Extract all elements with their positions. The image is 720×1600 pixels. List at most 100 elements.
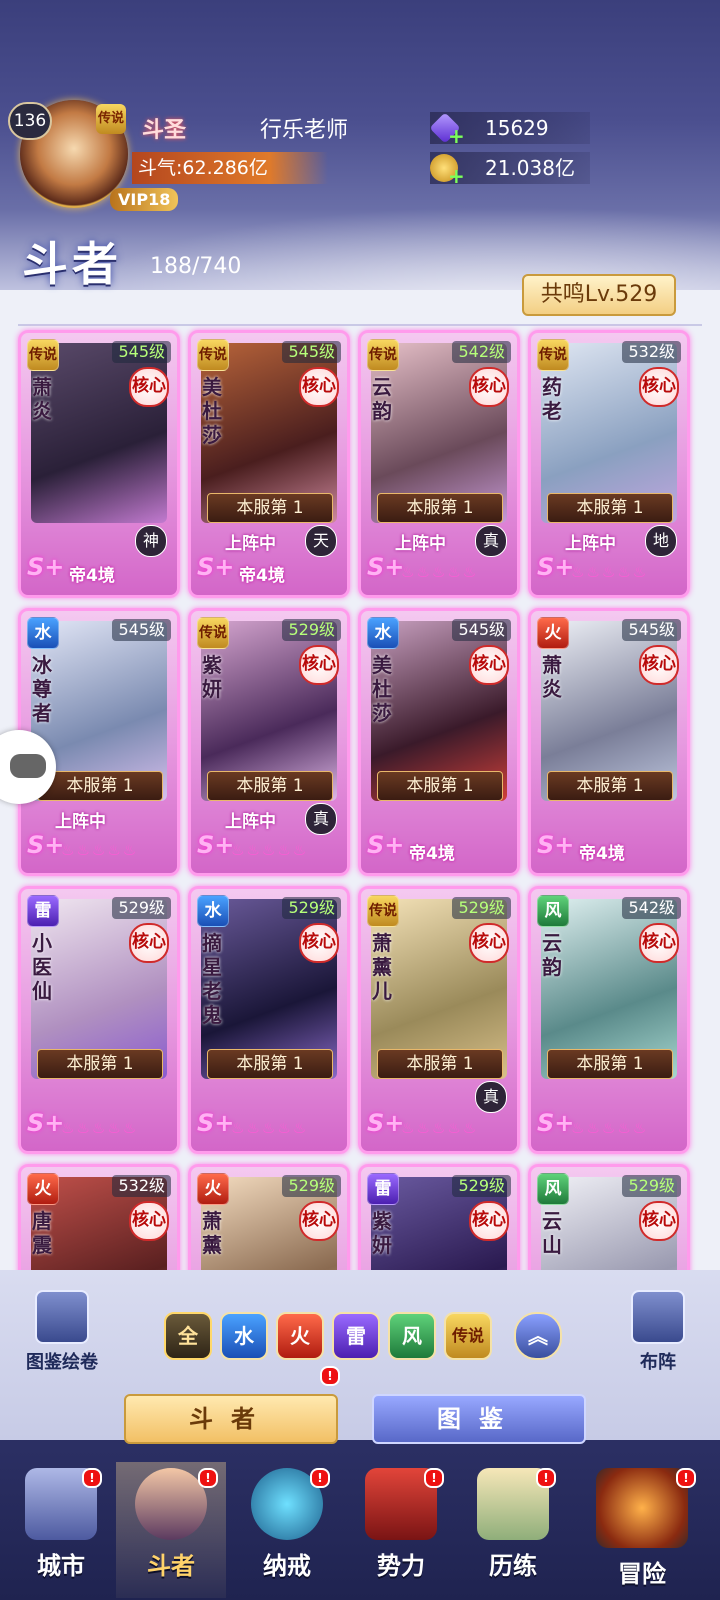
core-badge: 核心 <box>639 923 679 963</box>
star-flames-icon: ♨♨♨♨♨ <box>231 1119 309 1137</box>
server-rank-banner: 本服第 1 <box>377 493 503 523</box>
element-badge: 传说 <box>197 617 229 649</box>
fighter-name: 唐震 <box>32 1209 52 1257</box>
grade-splus: S+ <box>537 831 575 859</box>
server-rank-banner: 本服第 1 <box>377 771 503 801</box>
fighter-card[interactable]: 水 529级 摘星老鬼 核心 本服第 1 S+ ♨♨♨♨♨ <box>188 886 350 1154</box>
star-flames-icon: ♨♨♨♨♨ <box>61 1119 139 1137</box>
adventure-alert-icon: ! <box>676 1468 696 1488</box>
fighter-card[interactable]: 传说 542级 云韵 核心 本服第 1 上阵中 真 S+ ♨♨♨♨♨ <box>358 330 520 598</box>
element-badge: 雷 <box>367 1173 399 1205</box>
fighter-card[interactable]: 传说 545级 萧炎 核心神 S+ 帝4境 <box>18 330 180 598</box>
tab-atlas[interactable]: 图鉴 <box>372 1394 586 1444</box>
filter-all[interactable]: 全 <box>164 1312 212 1360</box>
element-badge: 传说 <box>367 895 399 927</box>
flag-icon <box>631 1290 685 1344</box>
grade-splus: S+ <box>537 1109 575 1137</box>
add-gold-icon[interactable]: + <box>448 160 465 192</box>
player-rank-title: 斗圣 <box>142 118 187 143</box>
vip-badge[interactable]: VIP18 <box>110 188 179 211</box>
server-rank-banner: 本服第 1 <box>547 771 673 801</box>
fighter-level: 529级 <box>282 1175 341 1197</box>
add-gem-icon[interactable]: + <box>448 120 465 152</box>
element-badge: 传说 <box>27 339 59 371</box>
divider <box>18 324 702 326</box>
grade-splus: S+ <box>27 553 65 581</box>
gem-currency[interactable]: + 15629 <box>429 112 590 148</box>
deployed-label: 上阵中 <box>395 534 446 554</box>
filter-thunder[interactable]: 雷 <box>332 1312 380 1360</box>
nav-ring-label: 纳戒 <box>263 1552 311 1580</box>
element-badge: 水 <box>27 617 59 649</box>
realm-badge: 地 <box>645 525 677 557</box>
fighter-name: 云韵 <box>372 375 392 423</box>
grade-splus: S+ <box>27 1109 65 1137</box>
formation-button[interactable]: 布阵 <box>610 1290 706 1374</box>
grade-splus: S+ <box>197 1109 235 1137</box>
fighter-card[interactable]: 风 542级 云韵 核心 本服第 1 S+ ♨♨♨♨♨ <box>528 886 690 1154</box>
tab-fighters[interactable]: 斗者 <box>124 1394 338 1444</box>
deployed-label: 上阵中 <box>225 534 276 554</box>
fighter-level: 529级 <box>452 1175 511 1197</box>
emperor-tier: 帝4境 <box>239 566 285 586</box>
gold-currency[interactable]: + 21.038亿 <box>430 152 590 188</box>
emperor-tier: 帝4境 <box>69 566 115 586</box>
filter-fire[interactable]: 火 <box>276 1312 324 1360</box>
fighter-card[interactable]: 传说 529级 萧薰儿 核心 本服第 1 真 S+ ♨♨♨♨♨ <box>358 886 520 1154</box>
collapse-chevron-up-icon[interactable]: ︽ <box>514 1312 562 1360</box>
fighter-card[interactable]: 传说 545级 美杜莎 核心 本服第 1 上阵中 天 S+ 帝4境 <box>188 330 350 598</box>
realm-badge: 天 <box>305 525 337 557</box>
server-rank-banner: 本服第 1 <box>37 1049 163 1079</box>
server-rank-banner: 本服第 1 <box>207 771 333 801</box>
element-badge: 水 <box>197 895 229 927</box>
resonance-level-button[interactable]: 共鸣Lv.529 <box>522 274 676 316</box>
fighter-level: 545级 <box>112 619 171 641</box>
grade-splus: S+ <box>367 553 405 581</box>
star-flames-icon: ♨♨♨♨♨ <box>61 841 139 859</box>
fighter-card[interactable]: 传说 532级 药老 核心 本服第 1 上阵中 地 S+ ♨♨♨♨♨ <box>528 330 690 598</box>
realm-badge: 真 <box>475 1081 507 1113</box>
fighter-level: 529级 <box>282 897 341 919</box>
fighter-count: 188/740 <box>150 254 242 279</box>
element-badge: 水 <box>367 617 399 649</box>
realm-badge: 神 <box>135 525 167 557</box>
server-rank-banner: 本服第 1 <box>37 771 163 801</box>
star-flames-icon: ♨♨♨♨♨ <box>571 563 649 581</box>
power-value: 斗气:62.286亿 <box>132 152 328 184</box>
core-badge: 核心 <box>129 923 169 963</box>
fighter-card[interactable]: 雷 529级 小医仙 核心 本服第 1 S+ ♨♨♨♨♨ <box>18 886 180 1154</box>
fighter-card[interactable]: 火 545级 萧炎 核心 本服第 1 S+ 帝4境 <box>528 608 690 876</box>
core-badge: 核心 <box>129 1201 169 1241</box>
tab-atlas-label: 图鉴 <box>437 1405 521 1433</box>
server-rank-banner: 本服第 1 <box>547 493 673 523</box>
fighter-level: 545级 <box>282 341 341 363</box>
fighter-level: 542级 <box>622 897 681 919</box>
faction-alert-icon: ! <box>424 1468 444 1488</box>
element-badge: 传说 <box>537 339 569 371</box>
realm-badge: 真 <box>475 525 507 557</box>
fighter-level: 529级 <box>622 1175 681 1197</box>
core-badge: 核心 <box>469 645 509 685</box>
fighter-name: 美杜莎 <box>202 375 222 447</box>
core-badge: 核心 <box>639 1201 679 1241</box>
fighter-name: 冰尊者 <box>32 653 52 725</box>
avatar-legend-badge: 传说 <box>96 104 126 134</box>
fighter-card[interactable]: 传说 529级 紫妍 核心 本服第 1 上阵中 真 S+ ♨♨♨♨♨ <box>188 608 350 876</box>
grade-splus: S+ <box>197 831 235 859</box>
grade-splus: S+ <box>197 553 235 581</box>
filter-water[interactable]: 水 <box>220 1312 268 1360</box>
element-badge: 火 <box>27 1173 59 1205</box>
atlas-scroll-button[interactable]: 图鉴绘卷 <box>14 1290 110 1374</box>
deployed-label: 上阵中 <box>565 534 616 554</box>
filter-wind[interactable]: 风 <box>388 1312 436 1360</box>
fighter-level: 529级 <box>282 619 341 641</box>
fighter-name: 云韵 <box>542 931 562 979</box>
filter-legend[interactable]: 传说 <box>444 1312 492 1360</box>
element-badge: 风 <box>537 895 569 927</box>
gamepad-icon <box>10 754 46 778</box>
training-alert-icon: ! <box>536 1468 556 1488</box>
core-badge: 核心 <box>639 367 679 407</box>
fighter-card[interactable]: 水 545级 美杜莎 核心 本服第 1 S+ 帝4境 <box>358 608 520 876</box>
atlas-scroll-label: 图鉴绘卷 <box>26 1352 98 1373</box>
nav-adventure-label: 冒险 <box>618 1560 666 1588</box>
